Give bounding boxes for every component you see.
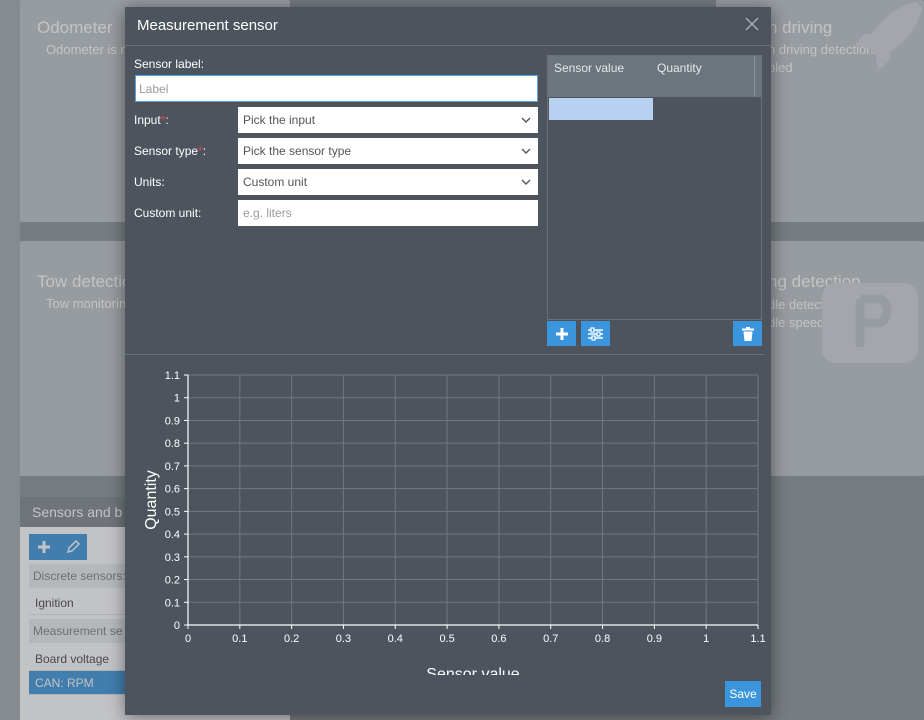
chevron-down-icon (521, 179, 531, 185)
x-tick-label: 0.6 (491, 633, 506, 645)
y-tick-label: 0.9 (165, 415, 180, 427)
x-tick-label: 1 (703, 633, 709, 645)
input-label-suffix: : (165, 113, 169, 127)
x-tick-label: 0 (185, 633, 191, 645)
units-select[interactable]: Custom unit (238, 169, 538, 195)
units-label: Units: (134, 175, 165, 189)
sensor-type-label-text: Sensor type (134, 144, 199, 158)
chart-ticks: 0 0.1 0.2 0.3 0.4 0.5 0.6 0.7 0.8 0.9 1 1.1 0 0.1 0.2 0… (165, 370, 766, 645)
custom-unit-input[interactable] (238, 200, 538, 226)
y-tick-label: 0.2 (165, 575, 180, 587)
delete-row-button[interactable] (733, 321, 762, 346)
x-tick-label: 0.1 (232, 633, 247, 645)
plus-icon (555, 327, 568, 340)
chevron-down-icon (521, 117, 531, 123)
sensor-type-label-suffix: : (202, 144, 207, 158)
y-tick-label: 1 (174, 393, 180, 405)
x-tick-label: 1.1 (750, 633, 765, 645)
header-divider (125, 45, 771, 46)
input-select-value: Pick the input (243, 113, 316, 127)
y-tick-label: 1.1 (165, 370, 180, 382)
custom-unit-label: Custom unit: (134, 206, 202, 220)
table-settings-button[interactable] (581, 321, 610, 346)
input-label: Input*: (134, 113, 169, 127)
table-cell-editor[interactable] (549, 98, 653, 120)
calibration-table: Sensor value Quantity (547, 55, 762, 320)
y-axis-title: Quantity (143, 470, 160, 530)
sensor-label-label: Sensor label: (134, 57, 205, 71)
y-tick-label: 0.3 (165, 552, 180, 564)
calibration-chart: 0 0.1 0.2 0.3 0.4 0.5 0.6 0.7 0.8 0.9 1 1.1 0 0.1 0.2 0… (143, 370, 766, 675)
sliders-icon (588, 326, 603, 341)
trash-icon (741, 326, 754, 341)
sensor-label-input[interactable] (135, 75, 538, 102)
x-tick-label: 0.2 (284, 633, 299, 645)
units-select-value: Custom unit (243, 175, 308, 189)
x-tick-label: 0.4 (388, 633, 403, 645)
x-tick-label: 0.7 (543, 633, 558, 645)
x-tick-label: 0.9 (647, 633, 662, 645)
column-header-sensor-value[interactable]: Sensor value (554, 61, 624, 75)
column-header-quantity[interactable]: Quantity (657, 61, 702, 75)
chevron-down-icon (521, 148, 531, 154)
sensor-type-label: Sensor type*: (134, 144, 206, 158)
table-header: Sensor value Quantity (548, 56, 761, 97)
table-scrollbar[interactable] (754, 56, 755, 97)
input-select[interactable]: Pick the input (238, 107, 538, 133)
dialog-title: Measurement sensor (137, 17, 278, 34)
y-tick-label: 0 (174, 620, 180, 632)
sensor-type-select[interactable]: Pick the sensor type (238, 138, 538, 164)
close-icon[interactable] (745, 17, 759, 31)
y-tick-label: 0.5 (165, 506, 180, 518)
x-tick-label: 0.8 (595, 633, 610, 645)
y-tick-label: 0.8 (165, 438, 180, 450)
x-tick-label: 0.5 (439, 633, 454, 645)
y-tick-label: 0.6 (165, 484, 180, 496)
add-row-button[interactable] (547, 321, 576, 346)
y-tick-label: 0.7 (165, 461, 180, 473)
x-tick-label: 0.3 (336, 633, 351, 645)
measurement-sensor-dialog: Measurement sensor Sensor label: Input*:… (125, 7, 771, 715)
y-tick-label: 0.1 (165, 597, 180, 609)
input-label-text: Input (134, 113, 161, 127)
chart-grid (184, 374, 759, 629)
save-button[interactable]: Save (725, 681, 761, 707)
x-axis-title: Sensor value (426, 666, 519, 675)
sensor-type-select-value: Pick the sensor type (243, 144, 352, 158)
y-tick-label: 0.4 (165, 529, 180, 541)
